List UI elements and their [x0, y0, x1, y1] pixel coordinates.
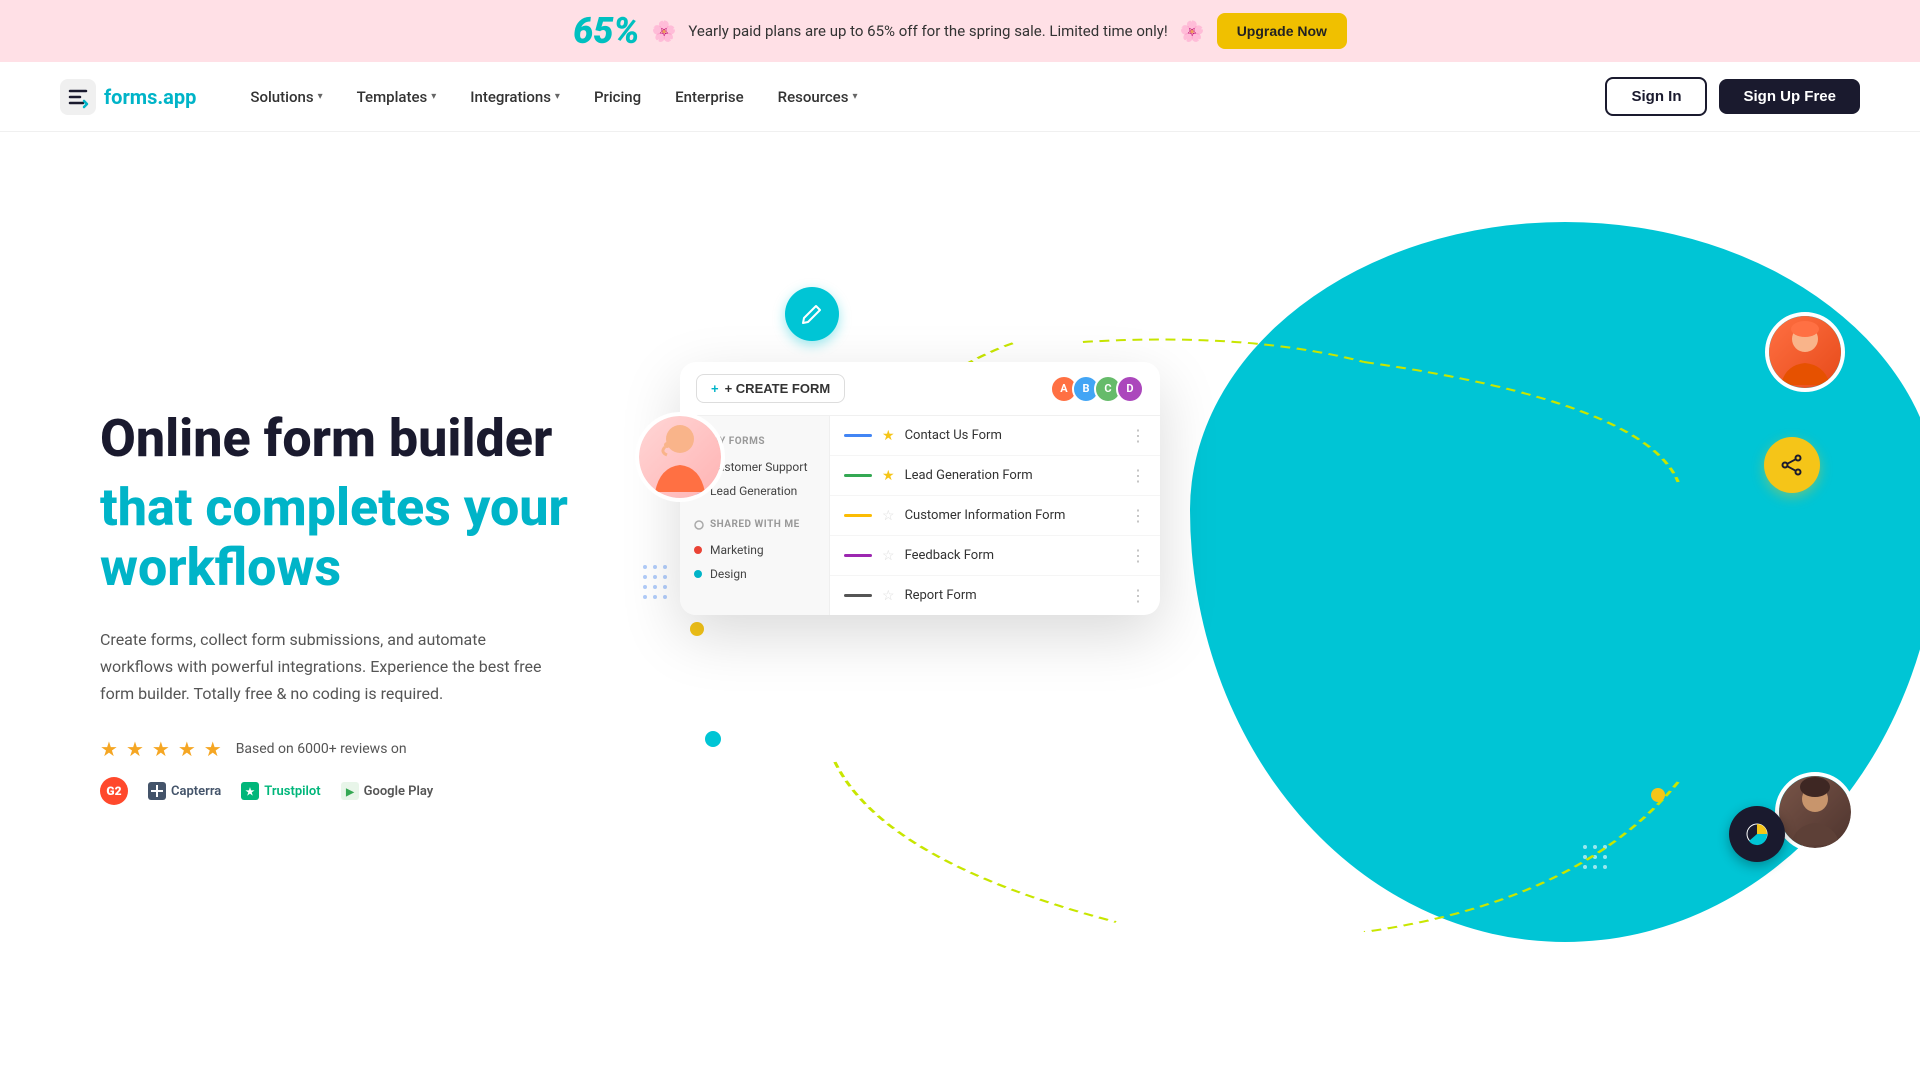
- discount-percent: 65%: [573, 10, 639, 52]
- star-empty-icon: ☆: [882, 548, 895, 564]
- star-icon-5: ★: [204, 737, 222, 761]
- nav-item-pricing[interactable]: Pricing: [580, 80, 655, 114]
- more-options-icon[interactable]: ⋮: [1130, 546, 1146, 565]
- g2-badge-icon: G2: [100, 777, 128, 805]
- chevron-down-icon: ▾: [555, 91, 560, 102]
- star-empty-icon: ☆: [882, 588, 895, 604]
- star-icon-4: ★: [178, 737, 196, 761]
- nav-item-enterprise[interactable]: Enterprise: [661, 80, 757, 114]
- forms-list: ★ Contact Us Form ⋮ ★ Lead Generation Fo…: [830, 416, 1160, 615]
- hero-section: Online form builder that completes your …: [0, 132, 1920, 1082]
- plus-icon: +: [711, 381, 719, 396]
- form-bar-report: [844, 594, 872, 597]
- dashboard-header: + + CREATE FORM A B C D: [680, 362, 1160, 416]
- folder-icon-red: [694, 546, 702, 554]
- flower-icon-2: 🌸: [1180, 19, 1205, 43]
- nav-item-solutions[interactable]: Solutions ▾: [236, 80, 336, 114]
- dashboard-card: + + CREATE FORM A B C D MY FORMS: [680, 362, 1160, 615]
- star-filled-icon: ★: [882, 468, 895, 484]
- form-row-customer[interactable]: ☆ Customer Information Form ⋮: [830, 496, 1160, 536]
- trustpilot-logo: ★ Trustpilot: [241, 782, 320, 800]
- edit-button[interactable]: [785, 287, 839, 341]
- upgrade-now-button[interactable]: Upgrade Now: [1217, 13, 1347, 49]
- chevron-down-icon: ▾: [852, 91, 857, 102]
- svg-text:▶: ▶: [345, 787, 355, 798]
- sidebar-marketing[interactable]: Marketing: [680, 538, 829, 562]
- more-options-icon[interactable]: ⋮: [1130, 506, 1146, 525]
- form-bar-lead: [844, 474, 872, 477]
- sign-up-button[interactable]: Sign Up Free: [1719, 79, 1860, 114]
- hero-title: Online form builder: [100, 409, 640, 469]
- reviews-text: Based on 6000+ reviews on: [236, 741, 407, 757]
- form-row-feedback[interactable]: ☆ Feedback Form ⋮: [830, 536, 1160, 576]
- person-avatar-3: [1775, 772, 1855, 852]
- collaborator-avatars: A B C D: [1056, 375, 1144, 403]
- form-bar-feedback: [844, 554, 872, 557]
- avatar-4: D: [1116, 375, 1144, 403]
- yellow-dot-1: [690, 622, 704, 636]
- capterra-logo: Capterra: [148, 782, 221, 800]
- hero-description: Create forms, collect form submissions, …: [100, 626, 560, 708]
- create-form-button[interactable]: + + CREATE FORM: [696, 374, 845, 403]
- reviews-row: ★ ★ ★ ★ ★ Based on 6000+ reviews on: [100, 737, 640, 761]
- share-button[interactable]: [1764, 437, 1820, 493]
- form-bar-customer: [844, 514, 872, 517]
- star-icon-1: ★: [100, 737, 118, 761]
- navbar: forms.app Solutions ▾ Templates ▾ Integr…: [0, 62, 1920, 132]
- google-play-logo: ▶ Google Play: [341, 782, 434, 800]
- dot-grid-decoration-bottom-right: [1580, 842, 1640, 902]
- trustpilot-text: Trustpilot: [264, 784, 320, 799]
- nav-item-resources[interactable]: Resources ▾: [764, 80, 872, 114]
- more-options-icon[interactable]: ⋮: [1130, 466, 1146, 485]
- person-avatar-2: [1765, 312, 1845, 392]
- sidebar-design[interactable]: Design: [680, 562, 829, 586]
- nav-item-templates[interactable]: Templates ▾: [343, 80, 451, 114]
- logo-text: forms.app: [104, 85, 196, 109]
- yellow-dot-2: [1651, 788, 1665, 802]
- hero-left: Online form builder that completes your …: [100, 409, 640, 806]
- form-row-contact[interactable]: ★ Contact Us Form ⋮: [830, 416, 1160, 456]
- logo-icon: [60, 79, 96, 115]
- analytics-button[interactable]: [1729, 806, 1785, 862]
- shared-with-me-label: SHARED WITH ME: [680, 515, 829, 538]
- g2-logo: G2: [100, 777, 128, 805]
- hero-right: + + CREATE FORM A B C D MY FORMS: [620, 282, 1860, 932]
- banner-text: Yearly paid plans are up to 65% off for …: [688, 22, 1167, 40]
- person-avatar-1: [635, 412, 725, 502]
- google-play-text: Google Play: [364, 784, 434, 799]
- teal-dot: [705, 731, 721, 747]
- logo-link[interactable]: forms.app: [60, 79, 196, 115]
- promo-banner: 65% 🌸 Yearly paid plans are up to 65% of…: [0, 0, 1920, 62]
- chevron-down-icon: ▾: [318, 91, 323, 102]
- dashboard-body: MY FORMS Customer Support Lead Generatio…: [680, 416, 1160, 615]
- nav-item-integrations[interactable]: Integrations ▾: [456, 80, 574, 114]
- review-logos: G2 Capterra ★ Trustpilot ▶ Google Play: [100, 777, 640, 805]
- star-filled-icon: ★: [882, 428, 895, 444]
- sign-in-button[interactable]: Sign In: [1605, 77, 1707, 116]
- folder-icon-cyan: [694, 570, 702, 578]
- star-empty-icon: ☆: [882, 508, 895, 524]
- form-bar-contact: [844, 434, 872, 437]
- more-options-icon[interactable]: ⋮: [1130, 586, 1146, 605]
- form-row-report[interactable]: ☆ Report Form ⋮: [830, 576, 1160, 615]
- hero-subtitle: that completes your workflows: [100, 478, 640, 598]
- nav-actions: Sign In Sign Up Free: [1605, 77, 1860, 116]
- form-row-lead[interactable]: ★ Lead Generation Form ⋮: [830, 456, 1160, 496]
- chevron-down-icon: ▾: [431, 91, 436, 102]
- capterra-text: Capterra: [171, 784, 221, 799]
- more-options-icon[interactable]: ⋮: [1130, 426, 1146, 445]
- star-icon-2: ★: [126, 737, 144, 761]
- nav-links: Solutions ▾ Templates ▾ Integrations ▾ P…: [236, 80, 1605, 114]
- svg-text:★: ★: [246, 787, 255, 798]
- star-icon-3: ★: [152, 737, 170, 761]
- flower-icon: 🌸: [651, 19, 676, 43]
